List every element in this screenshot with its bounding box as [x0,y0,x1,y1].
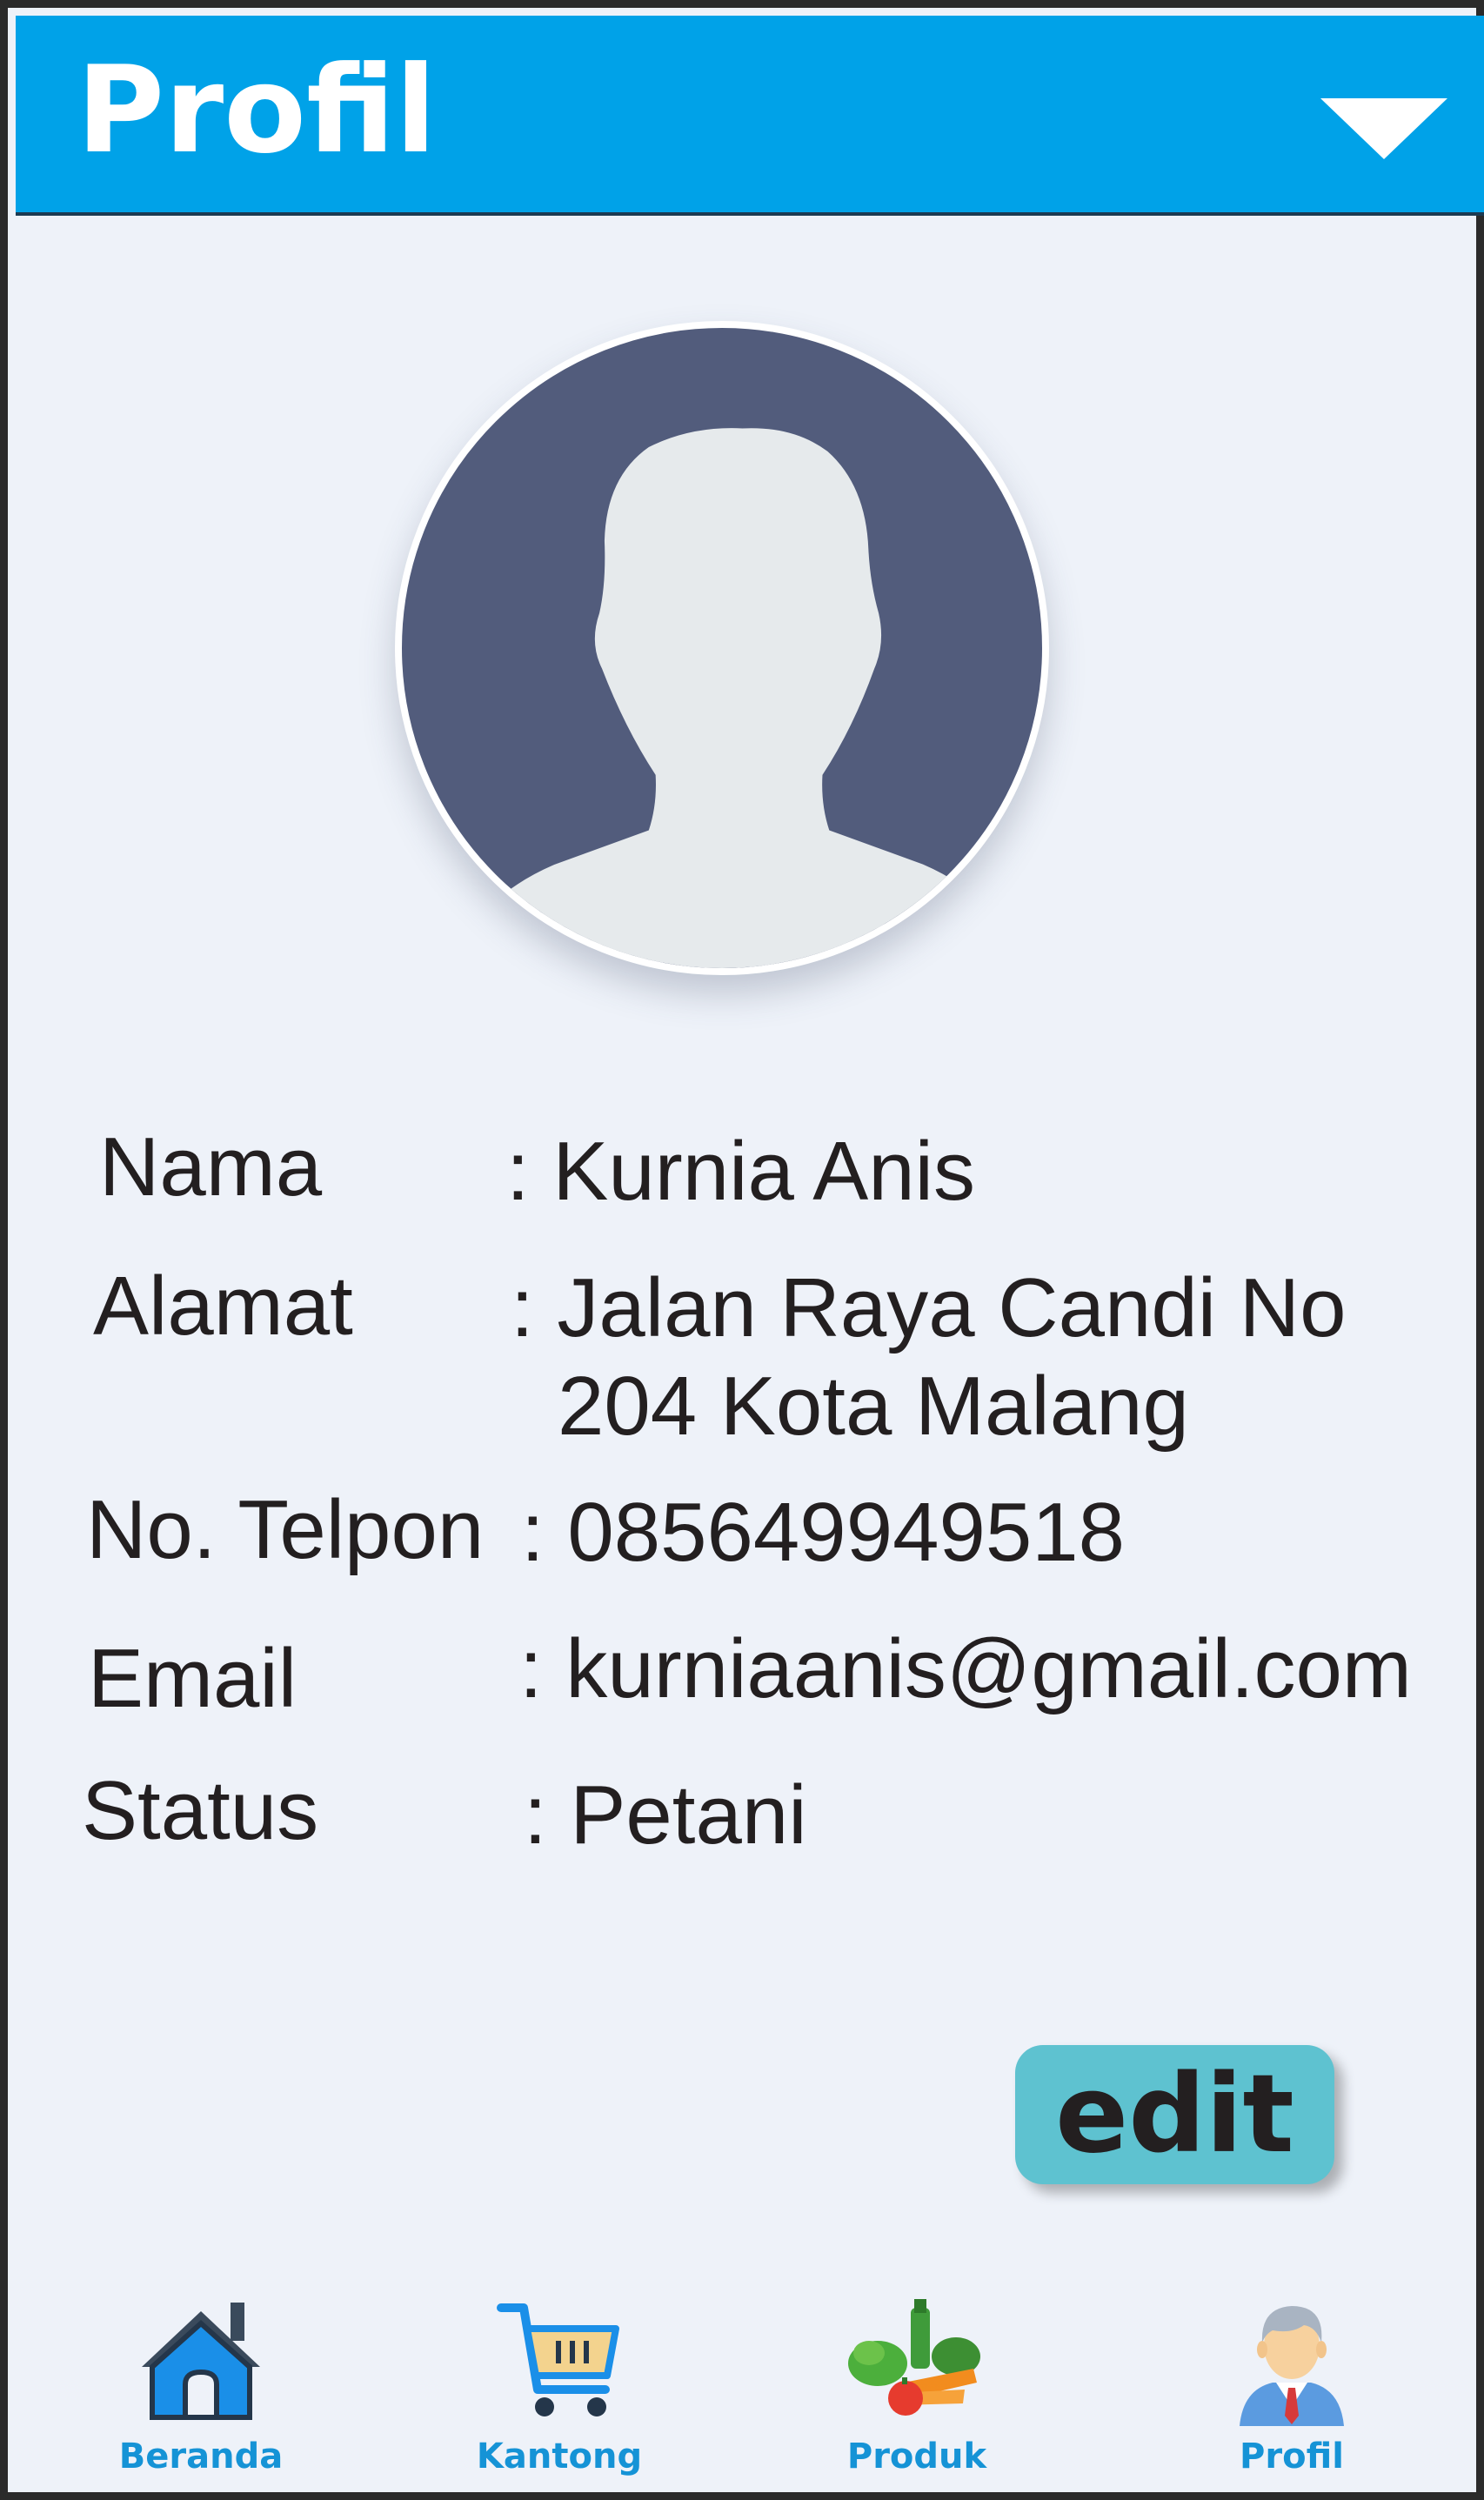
email-value: : kurniaanis@gmail.com [519,1622,1412,1715]
telpon-value: : 085649949518 [521,1486,1126,1579]
alamat-label: Alamat [93,1260,353,1353]
nama-value: : Kurnia Anis [506,1125,975,1218]
nama-label: Nama [99,1120,323,1213]
vegetables-icon [848,2299,980,2416]
nav-label-beranda: Beranda [118,2436,284,2477]
profile-icon [1240,2306,1344,2426]
alamat-value-line2: 204 Kota Malang [558,1360,1189,1453]
nav-item-profil[interactable]: Profil [1179,2296,1405,2496]
nav-item-beranda[interactable]: Beranda [88,2296,314,2496]
nav-label-kantong: Kantong [476,2436,643,2477]
email-label: Email [88,1632,297,1725]
nav-label-produk: Produk [846,2436,987,2477]
user-silhouette-icon [445,428,1033,968]
avatar [395,321,1049,975]
status-value: : Petani [524,1768,807,1862]
nav-item-kantong[interactable]: Kantong [446,2296,672,2496]
status-label: Status [82,1764,319,1857]
app-screen: Profil Nama : Kurnia Anis Alamat : Jalan… [0,0,1484,2500]
nav-item-produk[interactable]: Produk [804,2296,1030,2496]
page-title: Profil [77,40,437,180]
nav-label-profil: Profil [1240,2436,1344,2477]
telpon-label: No. Telpon [86,1483,485,1576]
app-header: Profil [16,16,1484,216]
cart-icon [497,2303,619,2416]
alamat-value-line1: : Jalan Raya Candi No [511,1261,1347,1354]
edit-button[interactable]: edit [1015,2045,1334,2184]
chevron-down-icon[interactable] [1320,98,1447,159]
home-icon [142,2303,260,2420]
